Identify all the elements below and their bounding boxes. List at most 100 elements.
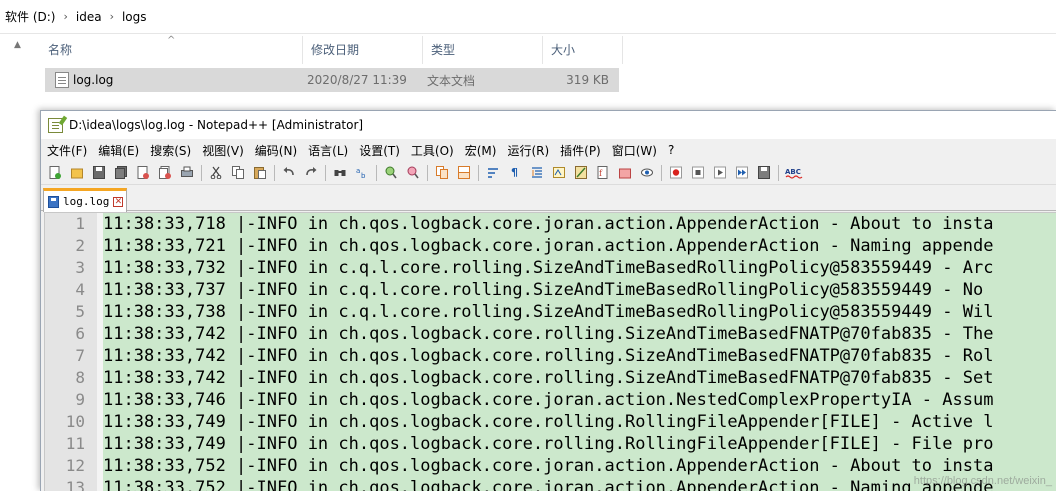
line-text[interactable]: 11:38:33,749 |-INFO in ch.qos.logback.co… [103, 411, 993, 433]
new-file-icon[interactable] [46, 164, 63, 181]
column-name[interactable]: 名称 ^ [40, 35, 303, 64]
breadcrumb-logs[interactable]: logs [122, 10, 147, 24]
line-text[interactable]: 11:38:33,721 |-INFO in ch.qos.logback.co… [103, 235, 993, 257]
code-line[interactable]: 1 11:38:33,718 |-INFO in ch.qos.logback.c… [45, 213, 1056, 235]
code-line[interactable]: 7 11:38:33,742 |-INFO in ch.qos.logback.c… [45, 345, 1056, 367]
menu-view[interactable]: 视图(V) [202, 142, 249, 159]
paste-icon[interactable] [251, 164, 268, 181]
document-map-icon[interactable] [572, 164, 589, 181]
title-bar[interactable]: D:\idea\logs\log.log - Notepad++ [Admini… [41, 111, 1056, 139]
find-icon[interactable] [331, 164, 348, 181]
toolbar-separator [325, 164, 326, 181]
line-text[interactable]: 11:38:33,746 |-INFO in ch.qos.logback.co… [103, 389, 993, 411]
tab-log-file[interactable]: log.log ✕ [43, 188, 127, 212]
code-line[interactable]: 2 11:38:33,721 |-INFO in ch.qos.logback.c… [45, 235, 1056, 257]
code-line[interactable]: 6 11:38:33,742 |-INFO in ch.qos.logback.c… [45, 323, 1056, 345]
function-list-icon[interactable]: f [594, 164, 611, 181]
print-icon[interactable] [178, 164, 195, 181]
code-line[interactable]: 5 11:38:33,738 |-INFO in c.q.l.core.rolli… [45, 301, 1056, 323]
line-text[interactable]: 11:38:33,742 |-INFO in ch.qos.logback.co… [103, 323, 993, 345]
menu-settings[interactable]: 设置(T) [359, 142, 405, 159]
folder-workspace-icon[interactable] [616, 164, 633, 181]
scroll-up-icon[interactable]: ▲ [14, 40, 24, 50]
line-text[interactable]: 11:38:33,749 |-INFO in ch.qos.logback.co… [103, 433, 993, 455]
line-text[interactable]: 11:38:33,752 |-INFO in ch.qos.logback.co… [103, 477, 993, 491]
toolbar-separator [778, 164, 779, 181]
address-bar[interactable]: 软件 (D:) › idea › logs [0, 0, 1056, 34]
sort-ascending-icon: ^ [167, 35, 176, 46]
spell-check-icon[interactable]: ABC [784, 164, 804, 181]
breadcrumb-idea[interactable]: idea [76, 10, 102, 24]
menu-language[interactable]: 语言(L) [308, 142, 353, 159]
close-icon[interactable]: ✕ [113, 196, 124, 207]
code-line[interactable]: 8 11:38:33,742 |-INFO in ch.qos.logback.c… [45, 367, 1056, 389]
column-size-label: 大小 [551, 43, 576, 57]
line-text[interactable]: 11:38:33,732 |-INFO in c.q.l.core.rollin… [103, 257, 993, 279]
stop-macro-icon[interactable] [689, 164, 706, 181]
window-title: D:\idea\logs\log.log - Notepad++ [Admini… [69, 118, 364, 132]
undo-icon[interactable] [280, 164, 297, 181]
column-size[interactable]: 大小 [543, 36, 623, 64]
redo-icon[interactable] [302, 164, 319, 181]
menu-run[interactable]: 运行(R) [507, 142, 554, 159]
save-macro-icon[interactable] [755, 164, 772, 181]
toolbar-separator [478, 164, 479, 181]
monitoring-icon[interactable] [638, 164, 655, 181]
toolbar-separator [201, 164, 202, 181]
line-text[interactable]: 11:38:33,718 |-INFO in ch.qos.logback.co… [103, 213, 993, 235]
record-macro-icon[interactable] [667, 164, 684, 181]
file-modified: 2020/8/27 11:39 [307, 73, 407, 87]
column-type[interactable]: 类型 [423, 36, 543, 64]
menu-plugins[interactable]: 插件(P) [560, 142, 606, 159]
line-text[interactable]: 11:38:33,738 |-INFO in c.q.l.core.rollin… [103, 301, 993, 323]
user-language-icon[interactable] [550, 164, 567, 181]
code-line[interactable]: 4 11:38:33,737 |-INFO in c.q.l.core.rolli… [45, 279, 1056, 301]
chevron-right-icon: › [109, 10, 114, 23]
copy-icon[interactable] [229, 164, 246, 181]
menu-macro[interactable]: 宏(M) [465, 142, 502, 159]
menu-tools[interactable]: 工具(O) [411, 142, 459, 159]
code-line[interactable]: 3 11:38:33,732 |-INFO in c.q.l.core.rolli… [45, 257, 1056, 279]
code-line[interactable]: 10 11:38:33,749 |-INFO in ch.qos.logback.… [45, 411, 1056, 433]
code-line[interactable]: 11 11:38:33,749 |-INFO in ch.qos.logback.… [45, 433, 1056, 455]
menu-edit[interactable]: 编辑(E) [98, 142, 144, 159]
menu-file[interactable]: 文件(F) [47, 142, 92, 159]
menu-search[interactable]: 搜索(S) [150, 142, 196, 159]
menu-window[interactable]: 窗口(W) [612, 142, 662, 159]
line-number: 12 [45, 455, 97, 477]
run-macro-multiple-icon[interactable] [733, 164, 750, 181]
file-row-log[interactable]: log.log 2020/8/27 11:39 文本文档 319 KB [45, 68, 619, 92]
indent-guide-icon[interactable] [528, 164, 545, 181]
tab-bar: log.log ✕ [41, 185, 1056, 212]
line-text[interactable]: 11:38:33,742 |-INFO in ch.qos.logback.co… [103, 367, 993, 389]
menu-help[interactable]: ? [668, 143, 679, 157]
show-all-characters-icon[interactable]: ¶ [506, 164, 523, 181]
code-line[interactable]: 13 11:38:33,752 |-INFO in ch.qos.logback.… [45, 477, 1056, 491]
save-all-icon[interactable] [112, 164, 129, 181]
line-number: 1 [45, 213, 97, 235]
word-wrap-icon[interactable] [484, 164, 501, 181]
zoom-out-icon[interactable] [404, 164, 421, 181]
play-macro-icon[interactable] [711, 164, 728, 181]
column-modified[interactable]: 修改日期 [303, 36, 423, 64]
code-line[interactable]: 9 11:38:33,746 |-INFO in ch.qos.logback.c… [45, 389, 1056, 411]
open-file-icon[interactable] [68, 164, 85, 181]
replace-icon[interactable]: ab [353, 164, 370, 181]
zoom-in-icon[interactable] [382, 164, 399, 181]
cut-icon[interactable] [207, 164, 224, 181]
code-line[interactable]: 12 11:38:33,752 |-INFO in ch.qos.logback.… [45, 455, 1056, 477]
close-file-icon[interactable] [134, 164, 151, 181]
line-text[interactable]: 11:38:33,752 |-INFO in ch.qos.logback.co… [103, 455, 993, 477]
sync-vertical-icon[interactable] [433, 164, 450, 181]
breadcrumb-drive[interactable]: 软件 (D:) [5, 8, 55, 25]
save-icon[interactable] [90, 164, 107, 181]
toolbar-separator [376, 164, 377, 181]
toolbar-separator [661, 164, 662, 181]
sync-horizontal-icon[interactable] [455, 164, 472, 181]
toolbar-separator [427, 164, 428, 181]
line-text[interactable]: 11:38:33,737 |-INFO in c.q.l.core.rollin… [103, 279, 993, 301]
close-all-icon[interactable] [156, 164, 173, 181]
menu-encoding[interactable]: 编码(N) [255, 142, 302, 159]
line-text[interactable]: 11:38:33,742 |-INFO in ch.qos.logback.co… [103, 345, 993, 367]
editor-area[interactable]: 1 11:38:33,718 |-INFO in ch.qos.logback.c… [44, 212, 1056, 491]
